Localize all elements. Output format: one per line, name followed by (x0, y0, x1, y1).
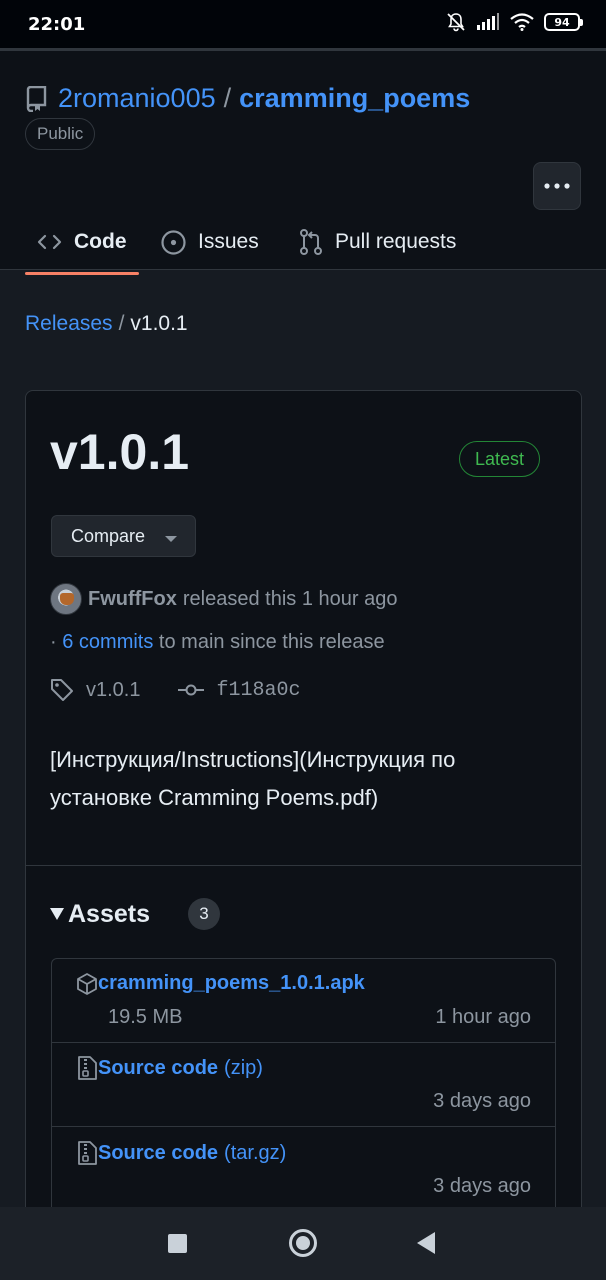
asset-name: cramming_poems_1.0.1.apk (98, 972, 365, 994)
git-pull-request-icon (299, 229, 323, 255)
file-zip-icon (76, 1141, 98, 1165)
tab-issues-label: Issues (198, 230, 259, 253)
commits-suffix: to main since this release (158, 631, 385, 653)
repo-tabs: Code Issues Pull requests (0, 211, 606, 275)
asset-name: Source code (98, 1141, 219, 1164)
tab-pull-requests-label: Pull requests (335, 230, 457, 253)
system-nav-bar (0, 1207, 606, 1280)
status-bar: 22:01 94 (0, 0, 606, 48)
compare-label: Compare (71, 525, 146, 546)
breadcrumb-releases-link[interactable]: Releases (25, 312, 113, 335)
assets-list: cramming_poems_1.0.1.apk 19.5 MB 1 hour … (51, 958, 556, 1229)
issue-opened-icon (161, 229, 186, 255)
asset-suffix: (tar.gz) (224, 1141, 287, 1164)
repo-owner-link[interactable]: 2romanio005 (58, 83, 216, 114)
release-notes: [Инструкция/Instructions](Инструкция по … (50, 747, 456, 810)
git-commit-icon (178, 683, 205, 697)
asset-date: 3 days ago (433, 1090, 531, 1112)
signal-icon (476, 13, 500, 31)
status-icons: 94 (446, 12, 583, 32)
breadcrumb: Releases / v1.0.1 (25, 312, 188, 336)
triangle-down-icon (50, 908, 64, 920)
release-commit-link[interactable]: f118a0c (178, 678, 301, 702)
commits-since-line: · 6 commits to main since this release (50, 631, 385, 654)
released-text: released this 1 hour ago (182, 587, 398, 610)
battery-icon: 94 (544, 13, 583, 31)
asset-suffix: (zip) (224, 1056, 263, 1079)
visibility-badge: Public (25, 118, 96, 150)
release-card: v1.0.1 Latest Compare FwuffFox released … (25, 390, 582, 1230)
package-icon (76, 972, 98, 995)
file-zip-icon (76, 1056, 98, 1080)
asset-size: 19.5 MB (108, 1006, 183, 1028)
back-button[interactable] (417, 1232, 435, 1254)
assets-toggle[interactable]: Assets 3 (50, 898, 220, 930)
status-time: 22:01 (28, 14, 86, 35)
wifi-icon (510, 13, 534, 31)
release-tag-link[interactable]: v1.0.1 (50, 678, 140, 702)
release-meta: v1.0.1 f118a0c (50, 675, 301, 705)
breadcrumb-separator: / (118, 312, 125, 335)
assets-title: Assets (68, 899, 150, 928)
asset-row: cramming_poems_1.0.1.apk 19.5 MB 1 hour … (52, 959, 555, 1043)
asset-row: Source code (tar.gz) 3 days ago (52, 1128, 555, 1212)
compare-button[interactable]: Compare (51, 515, 196, 557)
release-author-line: FwuffFox released this 1 hour ago (50, 583, 397, 615)
commits-link[interactable]: 6 commits (62, 631, 153, 653)
tab-pull-requests[interactable]: Pull requests (299, 211, 456, 273)
tab-code[interactable]: Code (25, 211, 138, 275)
asset-link[interactable]: Source code (tar.gz) (76, 1141, 286, 1165)
repo-name-link[interactable]: cramming_poems (239, 83, 470, 114)
asset-name: Source code (98, 1056, 219, 1079)
commit-sha: f118a0c (216, 678, 301, 702)
repo-title: 2romanio005 / cramming_poems (24, 83, 470, 114)
tab-code-label: Code (74, 230, 127, 253)
divider (26, 865, 581, 866)
commits-prefix: · (50, 631, 57, 653)
author-link[interactable]: FwuffFox (88, 588, 177, 611)
repo-icon (24, 85, 48, 112)
tab-issues[interactable]: Issues (161, 211, 259, 273)
asset-link[interactable]: Source code (zip) (76, 1056, 263, 1080)
asset-date: 1 hour ago (435, 1006, 531, 1028)
repo-header: 2romanio005 / cramming_poems Public Code… (0, 48, 606, 275)
recents-button[interactable] (168, 1234, 187, 1253)
code-icon (37, 232, 62, 252)
release-title: v1.0.1 (50, 424, 190, 480)
asset-link[interactable]: cramming_poems_1.0.1.apk (76, 972, 365, 995)
avatar[interactable] (50, 583, 82, 615)
asset-row: Source code (zip) 3 days ago (52, 1043, 555, 1127)
kebab-horizontal-icon (544, 183, 570, 189)
breadcrumb-current: v1.0.1 (130, 312, 188, 335)
caret-down-icon (165, 536, 177, 542)
more-tabs-button[interactable] (533, 162, 581, 210)
home-button[interactable] (289, 1229, 317, 1257)
latest-badge: Latest (459, 441, 541, 477)
tag-icon (50, 678, 74, 702)
asset-date: 3 days ago (433, 1175, 531, 1197)
bell-off-icon (446, 12, 466, 32)
repo-title-separator: / (223, 83, 232, 113)
assets-count: 3 (188, 898, 220, 930)
release-tag: v1.0.1 (86, 678, 141, 701)
